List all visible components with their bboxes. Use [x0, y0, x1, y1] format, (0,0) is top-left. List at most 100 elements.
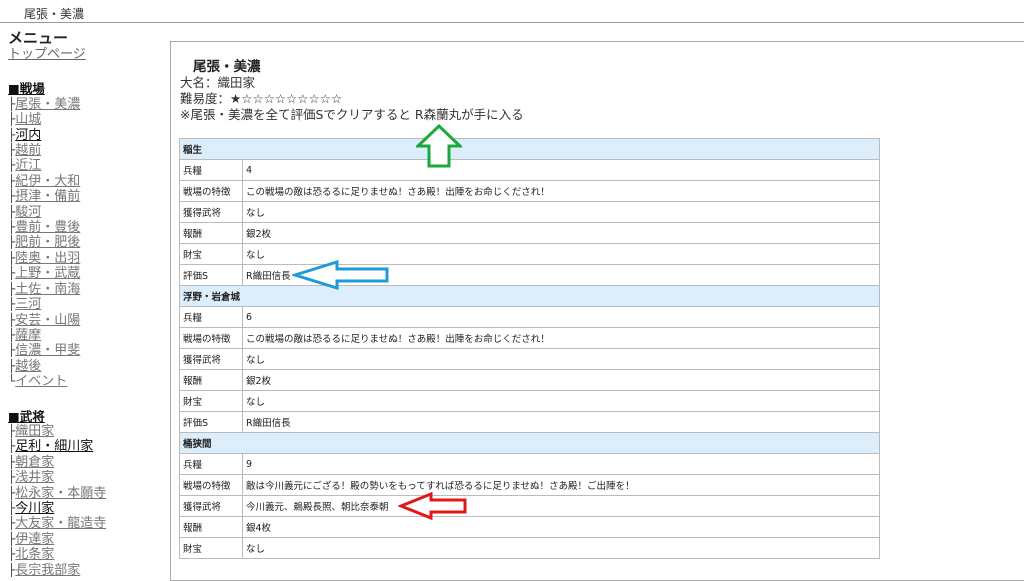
breadcrumb: 尾張・美濃: [24, 7, 85, 21]
sidebar-link[interactable]: 陸奥・出羽: [15, 251, 80, 266]
table-row: 獲得武将 今川義元、鵜殿長照、朝比奈泰朝: [179, 495, 880, 517]
row-value: 銀2枚: [242, 369, 880, 391]
stage-name: 稲生: [179, 138, 880, 160]
sidebar-nav-item: ├駿河: [8, 205, 158, 220]
row-value: 今川義元、鵜殿長照、朝比奈泰朝: [242, 495, 880, 517]
sidebar-nav-item: ├北条家: [8, 547, 158, 562]
green-up-arrow-icon: [416, 124, 462, 168]
sidebar-nav-item: └イベント: [8, 374, 158, 389]
sidebar-link[interactable]: 松永家・本願寺: [15, 486, 106, 501]
sidebar-nav-item: ├摂津・備前: [8, 189, 158, 204]
sidebar-link[interactable]: 大友家・龍造寺: [15, 516, 106, 531]
sidebar-link[interactable]: 信濃・甲斐: [15, 343, 80, 358]
row-key: 財宝: [179, 537, 243, 559]
sidebar-link[interactable]: 近江: [15, 158, 41, 173]
sidebar-link[interactable]: 今川家: [15, 501, 54, 516]
sidebar-link[interactable]: 薩摩: [15, 328, 41, 343]
sidebar-link[interactable]: 紀伊・大和: [15, 174, 80, 189]
content-panel: 尾張・美濃 大名：織田家 難易度：★☆☆☆☆☆☆☆☆☆ ※尾張・美濃を全て評価S…: [170, 41, 1024, 581]
sidebar-link[interactable]: 肥前・肥後: [15, 235, 80, 250]
row-value: この戦場の敵は恐るるに足りませぬ！さあ殿！出陣をお命じくだされ！: [242, 180, 880, 202]
sidebar-link[interactable]: イベント: [15, 374, 67, 389]
sidebar-link[interactable]: 越後: [15, 359, 41, 374]
row-value: なし: [242, 348, 880, 370]
sidebar-section-heading[interactable]: ■戦場: [8, 81, 158, 96]
table-row: 報酬 銀4枚: [179, 516, 880, 538]
row-key: 戦場の特徴: [179, 327, 243, 349]
row-key: 兵糧: [179, 159, 243, 181]
note-text: ※尾張・美濃を全て評価Sでクリアすると R森蘭丸が手に入る: [180, 107, 524, 122]
top-bar: 尾張・美濃: [0, 0, 1024, 23]
sidebar-link[interactable]: 尾張・美濃: [15, 97, 80, 112]
sidebar-nav-item: ├越前: [8, 143, 158, 158]
table-row: 報酬 銀2枚: [179, 222, 880, 244]
sidebar-link[interactable]: 山城: [15, 112, 41, 127]
table-row: 兵糧 4: [179, 159, 880, 181]
table-row: 獲得武将 なし: [179, 201, 880, 223]
row-key: 財宝: [179, 390, 243, 412]
sidebar-link[interactable]: 北条家: [15, 547, 54, 562]
row-value: 敵は今川義元にござる！殿の勢いをもってすれば恐るるに足りませぬ！さあ殿！ご出陣を…: [242, 474, 880, 496]
row-key: 戦場の特徴: [179, 474, 243, 496]
sidebar-link[interactable]: 浅井家: [15, 470, 54, 485]
difficulty-text: 難易度：★☆☆☆☆☆☆☆☆☆: [180, 91, 343, 106]
daimyo-text: 大名：織田家: [180, 75, 256, 90]
table-row: 戦場の特徴 この戦場の敵は恐るるに足りませぬ！さあ殿！出陣をお命じくだされ！: [179, 327, 880, 349]
sidebar-nav-item: ├織田家: [8, 424, 158, 439]
sidebar-nav-item: ├近江: [8, 158, 158, 173]
sidebar-nav-item: ├上野・武蔵: [8, 266, 158, 281]
table-row: 財宝 なし: [179, 537, 880, 559]
row-key: 兵糧: [179, 306, 243, 328]
row-key: 報酬: [179, 516, 243, 538]
page-title: 尾張・美濃: [193, 59, 261, 75]
sidebar-nav-item: ├陸奥・出羽: [8, 251, 158, 266]
row-value: R織田信長: [242, 411, 880, 433]
row-key: 評価S: [179, 411, 243, 433]
row-value: 4: [242, 159, 880, 181]
stage-name: 浮野・岩倉城: [179, 285, 880, 307]
row-value: 6: [242, 306, 880, 328]
sidebar-link[interactable]: 三河: [15, 297, 41, 312]
stage-header-row: 桶狭間: [179, 432, 880, 454]
sidebar-link[interactable]: 伊達家: [15, 532, 54, 547]
sidebar-link[interactable]: 上野・武蔵: [15, 266, 80, 281]
sidebar-nav-item: ├伊達家: [8, 532, 158, 547]
sidebar-link[interactable]: 土佐・南海: [15, 282, 80, 297]
row-value: なし: [242, 390, 880, 412]
table-row: 獲得武将 なし: [179, 348, 880, 370]
row-key: 報酬: [179, 369, 243, 391]
sidebar-section-heading[interactable]: ■武将: [8, 409, 158, 424]
row-value: 銀4枚: [242, 516, 880, 538]
sidebar-nav-item: ├安芸・山陽: [8, 313, 158, 328]
sidebar-link[interactable]: 安芸・山陽: [15, 313, 80, 328]
row-key: 報酬: [179, 222, 243, 244]
sidebar-link[interactable]: 織田家: [15, 424, 54, 439]
row-key: 評価S: [179, 264, 243, 286]
table-row: 評価S R織田信長: [179, 411, 880, 433]
stage-table: 稲生 兵糧 4 戦場の特徴 この戦場の敵は恐るるに足りませぬ！さあ殿！出陣をお命じくださ…: [179, 138, 880, 559]
sidebar-link[interactable]: 摂津・備前: [15, 189, 80, 204]
top-page-link[interactable]: トップページ: [8, 47, 158, 62]
sidebar-link[interactable]: 足利・細川家: [15, 439, 93, 454]
blue-left-arrow-icon: [292, 260, 389, 290]
sidebar-nav-item: ├今川家: [8, 501, 158, 516]
sidebar-link[interactable]: 豊前・豊後: [15, 220, 80, 235]
sidebar-link[interactable]: 河内: [15, 128, 41, 143]
row-value: 銀2枚: [242, 222, 880, 244]
sidebar-nav-item: ├肥前・肥後: [8, 235, 158, 250]
row-value: 9: [242, 453, 880, 475]
sidebar-menu: メニュー トップページ ■戦場 ├尾張・美濃 ├山城 ├河内 ├越前 ├近江 ├紀伊・大和 ├…: [8, 30, 158, 578]
row-key: 戦場の特徴: [179, 180, 243, 202]
stage-header-row: 浮野・岩倉城: [179, 285, 880, 307]
row-value: なし: [242, 537, 880, 559]
sidebar-link[interactable]: 朝倉家: [15, 455, 54, 470]
tree-branch-glyph: ├: [8, 562, 16, 577]
sidebar-link[interactable]: 駿河: [15, 205, 41, 220]
row-value: なし: [242, 201, 880, 223]
sidebar-link[interactable]: 長宗我部家: [15, 563, 80, 578]
stage-name: 桶狭間: [179, 432, 880, 454]
table-row: 評価S R織田信長: [179, 264, 880, 286]
table-row: 戦場の特徴 敵は今川義元にござる！殿の勢いをもってすれば恐るるに足りませぬ！さあ殿…: [179, 474, 880, 496]
sidebar-nav-item: ├尾張・美濃: [8, 97, 158, 112]
sidebar-link[interactable]: 越前: [15, 143, 41, 158]
